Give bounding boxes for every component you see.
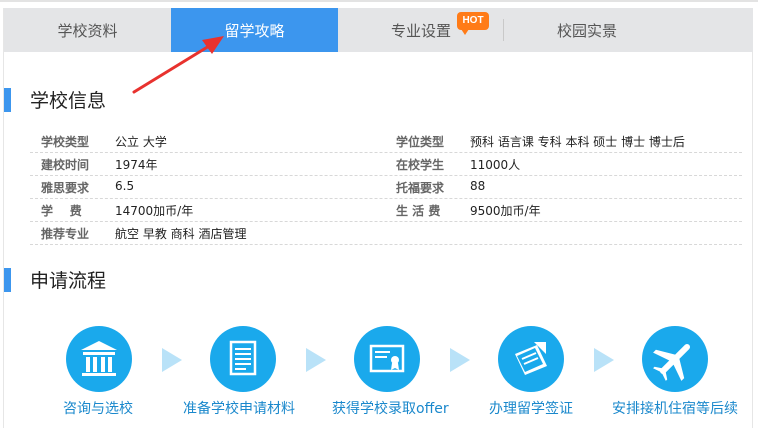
section-marker: [4, 88, 11, 112]
document-icon: [210, 326, 276, 392]
tab-bar: 学校资料 留学攻略 专业设置 HOT 校园实景: [4, 8, 753, 52]
living-cost-value: 9500加币/年: [470, 204, 541, 218]
founded-label: 建校时间: [41, 158, 90, 172]
school-info-title: 学校信息: [30, 90, 107, 112]
recommended-majors-label: 推荐专业: [41, 227, 90, 241]
school-type-value: 公立 大学: [115, 135, 167, 149]
chevron-right-icon: [450, 348, 470, 372]
process-title: 申请流程: [30, 270, 107, 292]
info-row: 雅思要求 6.5 托福要求 88: [30, 175, 742, 199]
chevron-right-icon: [594, 348, 614, 372]
ielts-label: 雅思要求: [41, 181, 90, 195]
chevron-right-icon: [162, 348, 182, 372]
section-marker: [4, 268, 11, 292]
tuition-value: 14700加币/年: [115, 204, 194, 218]
step-label: 安排接机住宿等后续: [612, 401, 738, 417]
living-cost-label: 生 活 费: [396, 204, 441, 218]
step-label: 办理留学签证: [489, 401, 573, 417]
passport-icon: [498, 326, 564, 392]
toefl-value: 88: [470, 179, 486, 193]
ielts-value: 6.5: [115, 179, 135, 193]
info-row: 推荐专业 航空 早教 商科 酒店管理: [30, 221, 742, 245]
annotation-arrow-icon: [132, 36, 224, 94]
tab-campus-photos[interactable]: 校园实景: [504, 8, 670, 52]
step-label: 获得学校录取offer: [332, 401, 449, 417]
degree-type-label: 学位类型: [396, 135, 445, 149]
info-row: 学校类型 公立 大学 学位类型 预科 语言课 专科 本科 硕士 博士 博士后: [30, 129, 742, 153]
school-building-icon: [66, 326, 132, 392]
certificate-icon: [354, 326, 420, 392]
step-label: 准备学校申请材料: [183, 401, 295, 417]
step-label: 咨询与选校: [63, 401, 133, 417]
hot-badge: HOT: [457, 12, 489, 35]
tuition-label: 学 费: [41, 204, 82, 218]
founded-value: 1974年: [115, 158, 158, 172]
info-row: 建校时间 1974年 在校学生 11000人: [30, 152, 742, 176]
chevron-right-icon: [306, 348, 326, 372]
info-row: 学 费 14700加币/年 生 活 费 9500加币/年: [30, 198, 742, 222]
process-steps: 咨询与选校 准备学校申请材料 获得学校录取offer 办理留学签证 安排接机住宿…: [0, 320, 758, 420]
top-border: [0, 0, 758, 2]
students-label: 在校学生: [396, 158, 445, 172]
students-value: 11000人: [470, 158, 521, 172]
school-type-label: 学校类型: [41, 135, 90, 149]
toefl-label: 托福要求: [396, 181, 445, 195]
degree-type-value: 预科 语言课 专科 本科 硕士 博士 博士后: [470, 135, 685, 149]
airplane-icon: [642, 326, 708, 392]
recommended-majors-value: 航空 早教 商科 酒店管理: [115, 227, 247, 241]
